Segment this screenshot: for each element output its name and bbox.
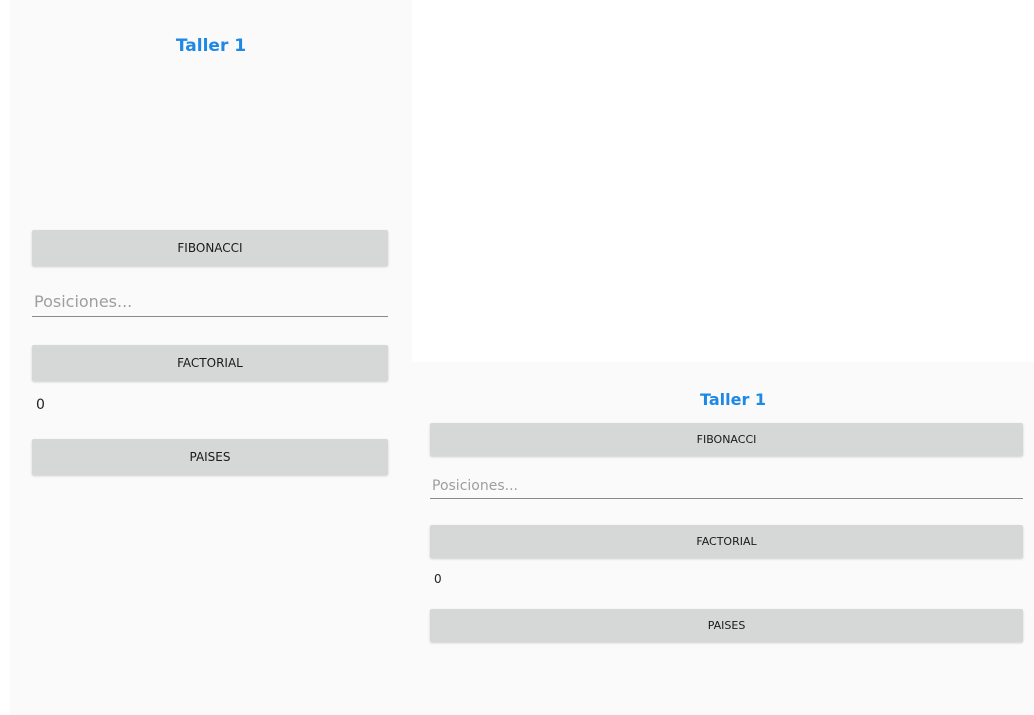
landscape-screen: Taller 1 FIBONACCI FACTORIAL 0 PAISES [412,362,1034,715]
page-title: Taller 1 [699,390,767,409]
factorial-button[interactable]: FACTORIAL [430,525,1023,558]
positions-input[interactable] [32,288,392,315]
paises-button[interactable]: PAISES [430,609,1023,642]
result-text: 0 [434,572,442,586]
paises-button[interactable]: PAISES [32,439,388,475]
fibonacci-button[interactable]: FIBONACCI [430,423,1023,456]
result-text: 0 [36,397,45,413]
positions-field[interactable] [32,288,392,317]
page-title: Taller 1 [175,36,247,56]
positions-field[interactable] [430,475,1027,499]
positions-input[interactable] [430,475,1027,497]
portrait-screen: Taller 1 FIBONACCI FACTORIAL 0 PAISES [10,0,412,715]
fibonacci-button[interactable]: FIBONACCI [32,230,388,266]
factorial-button[interactable]: FACTORIAL [32,345,388,381]
